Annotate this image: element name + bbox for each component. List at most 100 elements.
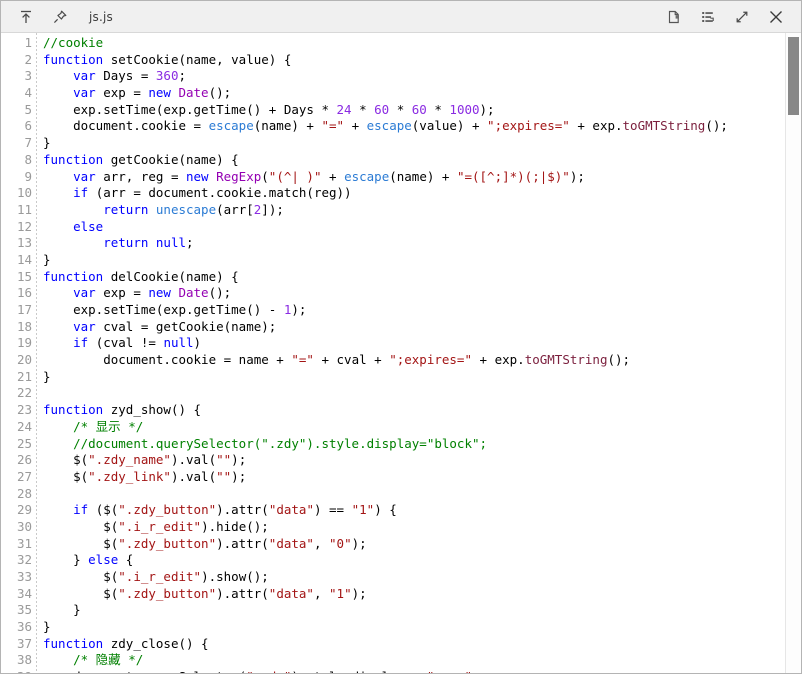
code-line[interactable]: }: [43, 252, 801, 269]
code-line[interactable]: $(".zdy_button").attr("data", "1");: [43, 586, 801, 603]
code-line[interactable]: if (cval != null): [43, 335, 801, 352]
token-num: 24: [336, 101, 352, 117]
line-number: 34: [16, 585, 32, 601]
code-line[interactable]: if ($(".zdy_button").attr("data") == "1"…: [43, 502, 801, 519]
code-line[interactable]: /* 隐藏 */: [43, 652, 801, 669]
code-line[interactable]: var cval = getCookie(name);: [43, 319, 801, 336]
code-line[interactable]: }: [43, 619, 801, 636]
code-line[interactable]: [43, 385, 801, 402]
token-type: Date: [178, 85, 209, 101]
pin-icon[interactable]: [43, 2, 77, 32]
code-line[interactable]: $(".i_r_edit").hide();: [43, 519, 801, 536]
token-plain: ]);: [261, 201, 284, 217]
token-plain: + exp.: [569, 118, 623, 134]
token-plain: document.cookie =: [43, 118, 209, 134]
code-line[interactable]: $(".i_r_edit").show();: [43, 569, 801, 586]
token-plain: $(: [43, 569, 119, 584]
code-line[interactable]: exp.setTime(exp.getTime() + Days * 24 * …: [43, 102, 801, 119]
token-plain: $(: [43, 518, 119, 534]
token-plain: $(: [43, 452, 89, 468]
code-line[interactable]: }: [43, 135, 801, 152]
code-line[interactable]: else: [43, 219, 801, 236]
code-line[interactable]: //cookie: [43, 35, 801, 52]
code-line[interactable]: document.cookie = escape(name) + "=" + e…: [43, 118, 801, 135]
token-plain: (arr = document.cookie.match(reg)): [88, 185, 352, 201]
token-str: "1": [329, 585, 352, 601]
code-line[interactable]: $(".zdy_name").val("");: [43, 452, 801, 469]
line-number: 4: [24, 85, 32, 101]
token-plain: ;: [472, 669, 480, 673]
line-number: 35: [16, 602, 32, 618]
token-plain: getCookie(name) {: [103, 151, 239, 167]
line-number: 12: [16, 218, 32, 234]
token-str: "=": [291, 352, 314, 368]
token-plain: );: [231, 468, 247, 484]
token-plain: *: [351, 101, 375, 117]
code-line[interactable]: }: [43, 369, 801, 386]
line-number: 28: [16, 485, 32, 501]
token-num: 60: [411, 101, 427, 117]
code-editor[interactable]: 1 2 3 4 5 6 7 8 9 10 11 12 13 14 15 16 17 18 19 20 21 22 23 24 2…: [1, 33, 801, 673]
code-content[interactable]: //cookie function setCookie(name, value) …: [37, 33, 801, 673]
code-line[interactable]: var exp = new Date();: [43, 285, 801, 302]
code-line[interactable]: function zyd_show() {: [43, 402, 801, 419]
line-number: 30: [16, 518, 32, 534]
code-line[interactable]: function setCookie(name, value) {: [43, 52, 801, 69]
code-line[interactable]: $(".zdy_button").attr("data", "0");: [43, 536, 801, 553]
token-plain: ): [193, 335, 202, 351]
toolbar-right-group: [657, 2, 801, 32]
code-line[interactable]: return null;: [43, 235, 801, 252]
token-plain: ();: [705, 118, 728, 134]
line-number: 7: [24, 135, 32, 151]
vertical-scrollbar-thumb[interactable]: [788, 37, 799, 115]
code-line[interactable]: }: [43, 602, 801, 619]
outline-icon[interactable]: [691, 2, 725, 32]
line-number: 21: [16, 368, 32, 384]
code-line[interactable]: [43, 486, 801, 503]
close-icon[interactable]: [759, 2, 793, 32]
line-number: 38: [16, 652, 32, 668]
code-line[interactable]: exp.setTime(exp.getTime() - 1);: [43, 302, 801, 319]
line-number: 2: [24, 51, 32, 67]
token-plain: delCookie(name) {: [103, 268, 239, 284]
export-icon[interactable]: [9, 2, 43, 32]
code-line[interactable]: var arr, reg = new RegExp("(^| )" + esca…: [43, 169, 801, 186]
code-line[interactable]: document.querySelector(".zdy").style.dis…: [43, 669, 801, 673]
token-plain: ();: [208, 85, 232, 101]
code-line[interactable]: document.cookie = name + "=" + cval + ";…: [43, 352, 801, 369]
token-fn: escape: [344, 168, 390, 184]
line-number: 3: [24, 68, 32, 84]
token-plain: Days =: [95, 68, 156, 84]
code-line[interactable]: function zdy_close() {: [43, 636, 801, 653]
code-line[interactable]: /* 显示 */: [43, 419, 801, 436]
code-surface[interactable]: 1 2 3 4 5 6 7 8 9 10 11 12 13 14 15 16 17 18 19 20 21 22 23 24 2…: [1, 33, 801, 673]
code-line[interactable]: return unescape(arr[2]);: [43, 202, 801, 219]
new-file-icon[interactable]: [657, 2, 691, 32]
code-line[interactable]: var Days = 360;: [43, 68, 801, 85]
line-number: 36: [16, 619, 32, 635]
code-line[interactable]: var exp = new Date();: [43, 85, 801, 102]
code-line[interactable]: function getCookie(name) {: [43, 152, 801, 169]
token-plain: );: [569, 168, 585, 184]
line-number: 29: [16, 502, 32, 518]
token-plain: + cval +: [313, 352, 390, 368]
code-line[interactable]: $(".zdy_link").val("");: [43, 469, 801, 486]
vertical-scrollbar-track[interactable]: [785, 33, 801, 673]
code-line[interactable]: //document.querySelector(".zdy").style.d…: [43, 436, 801, 453]
token-str: "1": [351, 502, 375, 518]
code-line[interactable]: } else {: [43, 552, 801, 569]
expand-icon[interactable]: [725, 2, 759, 32]
token-plain: }: [43, 552, 89, 568]
code-line[interactable]: if (arr = document.cookie.match(reg)): [43, 185, 801, 202]
token-plain: (name) +: [389, 168, 457, 184]
token-plain: );: [231, 452, 247, 468]
line-number: 27: [16, 468, 32, 484]
token-kw: new: [148, 85, 171, 101]
token-kw: new: [148, 285, 171, 301]
code-line[interactable]: function delCookie(name) {: [43, 269, 801, 286]
token-kw: var: [73, 318, 96, 334]
token-plain: }: [43, 135, 51, 151]
token-comment: //document.querySelector(".zdy").style.d…: [73, 435, 488, 451]
token-str: "data": [268, 585, 314, 601]
